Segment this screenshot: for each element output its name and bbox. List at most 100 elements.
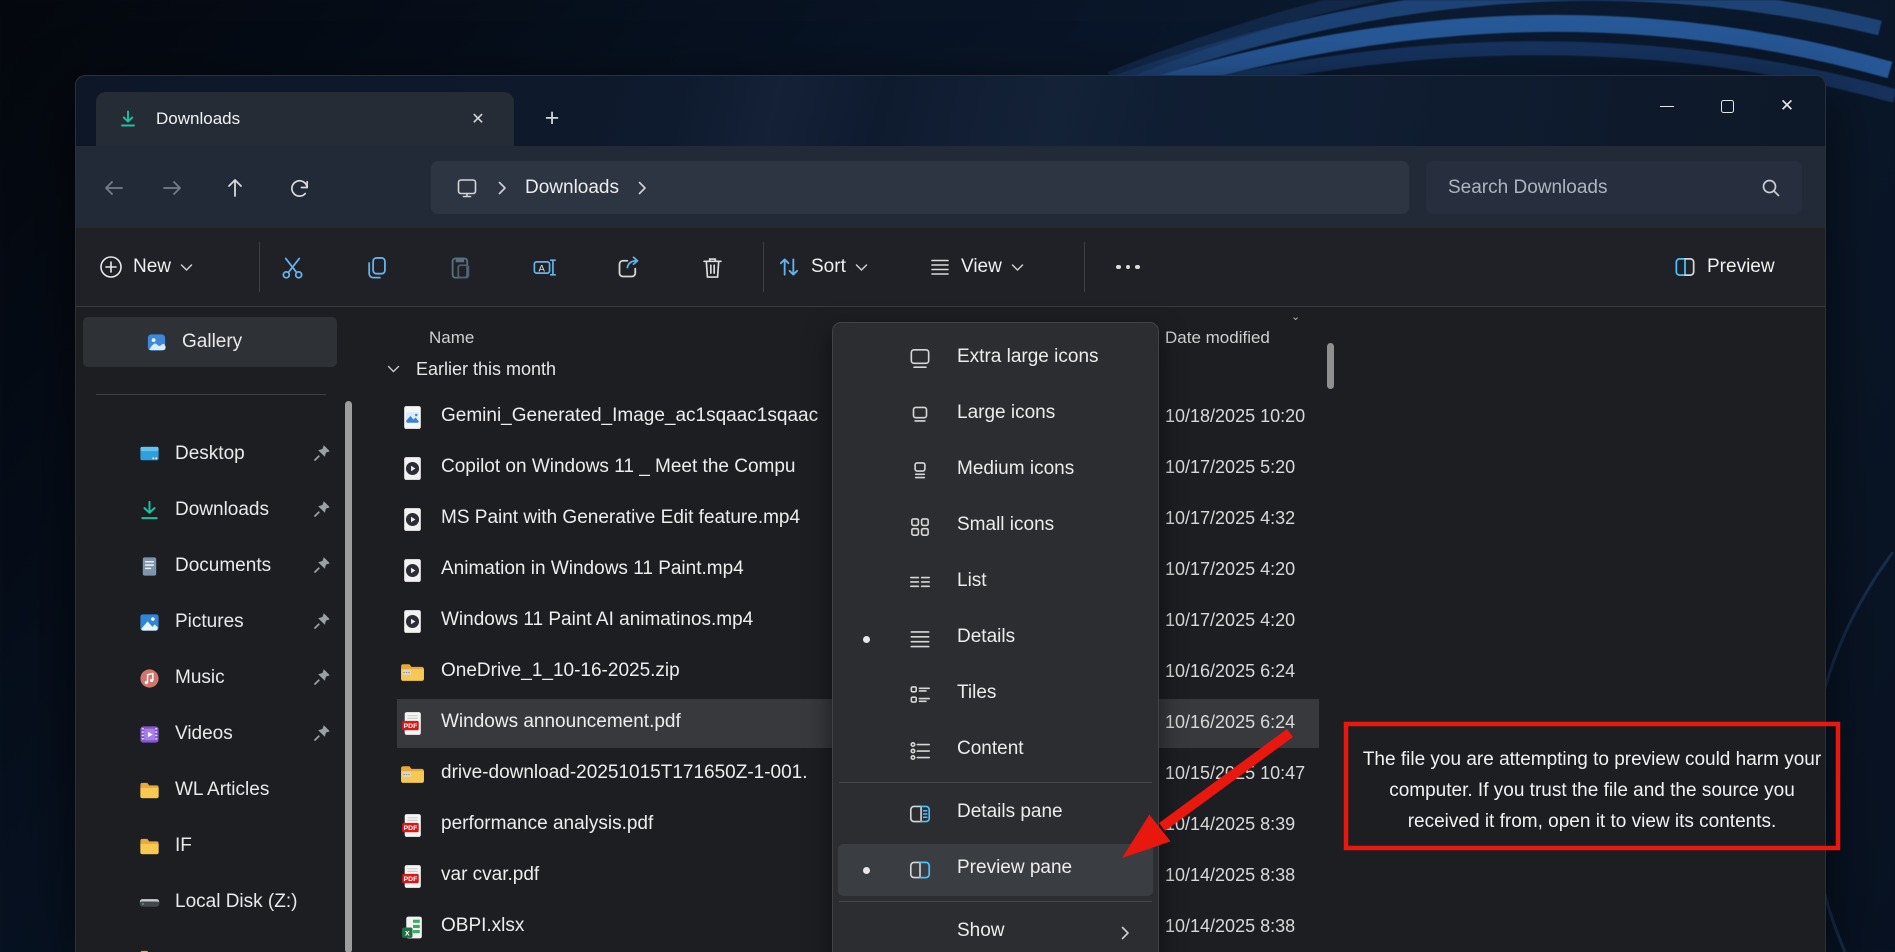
menu-item-list[interactable]: List [833,555,1158,611]
sort-label: Sort [811,256,846,278]
list-icon [907,570,933,596]
sidebar-item-partial[interactable] [76,930,346,952]
video-file-icon [399,557,426,584]
content-icon [907,738,933,764]
menu-item-show[interactable]: Show [833,905,1158,952]
copy-button[interactable] [354,242,398,292]
sidebar-item-if[interactable]: IF [76,818,346,874]
paste-button[interactable] [438,242,482,292]
small-icons-icon [907,514,933,540]
sidebar-item-downloads[interactable]: Downloads [76,482,346,538]
details-pane-icon [907,801,933,827]
column-header-name[interactable]: Name [429,328,474,348]
close-icon: ✕ [1780,96,1794,116]
pdf-file-icon: PDF [399,812,426,839]
breadcrumb[interactable]: Downloads [431,161,1409,214]
close-button[interactable]: ✕ [1757,86,1817,126]
chevron-down-icon [855,263,868,272]
pin-icon [312,499,332,519]
sidebar-item-documents[interactable]: Documents [76,538,346,594]
breadcrumb-item-downloads[interactable]: Downloads [525,177,619,199]
new-button[interactable]: New [98,242,193,292]
group-header[interactable]: Earlier this month [387,359,556,380]
video-file-icon [399,608,426,635]
paste-icon [447,254,474,281]
folder-icon [138,835,161,858]
sidebar-scrollbar[interactable] [345,401,352,952]
video-file-icon [399,506,426,533]
view-button[interactable]: View [928,242,1024,292]
menu-item-extra-large-icons[interactable]: Extra large icons [833,331,1158,387]
large-icons-icon [907,402,933,428]
rename-button[interactable]: A [522,242,566,292]
back-icon [102,176,126,200]
back-button[interactable] [94,170,134,206]
sidebar-item-local-disk-z[interactable]: Local Disk (Z:) [76,874,346,930]
sidebar-item-videos[interactable]: Videos [76,706,346,762]
search-box[interactable] [1426,161,1802,214]
sidebar-item-music[interactable]: Music [76,650,346,706]
tab-title: Downloads [156,109,240,129]
menu-item-preview-pane[interactable]: Preview pane [833,842,1158,898]
menu-item-details-pane[interactable]: Details pane [833,786,1158,842]
view-icon [928,255,952,279]
zip-file-icon [399,761,426,788]
pin-icon [312,611,332,631]
file-list-scrollbar[interactable] [1327,343,1334,389]
maximize-icon [1721,100,1734,113]
forward-button[interactable] [152,170,192,206]
column-header-date-modified[interactable]: Date modified [1165,328,1270,348]
view-label: View [961,256,1002,278]
share-button[interactable] [606,242,650,292]
navigation-pane: Gallery Desktop Downloads Documents Pict… [76,307,353,952]
svg-text:PDF: PDF [404,723,418,730]
new-tab-button[interactable]: + [534,100,570,136]
preview-label: Preview [1707,256,1775,278]
cut-button[interactable] [270,242,314,292]
submenu-chevron-icon [1120,925,1130,941]
preview-pane-warning: The file you are attempting to preview c… [1351,744,1826,837]
menu-item-large-icons[interactable]: Large icons [833,387,1158,443]
sort-direction-icon[interactable]: ⌄ [1291,310,1300,323]
desktop-icon [138,443,161,466]
tab-downloads[interactable]: Downloads ✕ [96,92,514,146]
more-button[interactable] [1106,242,1150,292]
preview-toggle-button[interactable]: Preview [1672,242,1784,292]
svg-text:A: A [538,263,545,274]
menu-item-tiles[interactable]: Tiles [833,667,1158,723]
cut-icon [279,254,306,281]
desktop: { "titlebar": { "tab_title": "Downloads"… [0,0,1895,952]
menu-separator [839,782,1152,783]
forward-icon [160,176,184,200]
search-input[interactable] [1426,177,1760,199]
tab-close-icon[interactable]: ✕ [466,107,490,131]
new-label: New [133,256,171,278]
preview-pane-icon [907,857,933,883]
pin-icon [312,667,332,687]
delete-button[interactable] [690,242,734,292]
trash-icon [699,254,726,281]
sidebar-item-wl-articles[interactable]: WL Articles [76,762,346,818]
sidebar-item-pictures[interactable]: Pictures [76,594,346,650]
preview-pane-icon [1672,254,1698,280]
extra-large-icons-icon [907,346,933,372]
sort-button[interactable]: Sort [776,242,868,292]
sidebar-item-gallery[interactable]: Gallery [83,317,337,367]
svg-text:PDF: PDF [404,825,418,832]
minimize-button[interactable] [1637,86,1697,126]
menu-item-content[interactable]: Content [833,723,1158,779]
download-icon [118,109,138,129]
sidebar-item-label: Gallery [182,331,242,353]
maximize-button[interactable] [1697,86,1757,126]
more-icon [1116,265,1140,270]
menu-item-small-icons[interactable]: Small icons [833,499,1158,555]
sidebar-item-desktop[interactable]: Desktop [76,426,346,482]
up-button[interactable] [215,170,255,206]
this-pc-icon [455,176,479,200]
chevron-down-icon [180,263,193,272]
folder-icon [138,779,161,802]
menu-item-medium-icons[interactable]: Medium icons [833,443,1158,499]
pdf-file-icon: PDF [399,863,426,890]
refresh-button[interactable] [279,170,319,206]
menu-item-details[interactable]: Details [833,611,1158,667]
